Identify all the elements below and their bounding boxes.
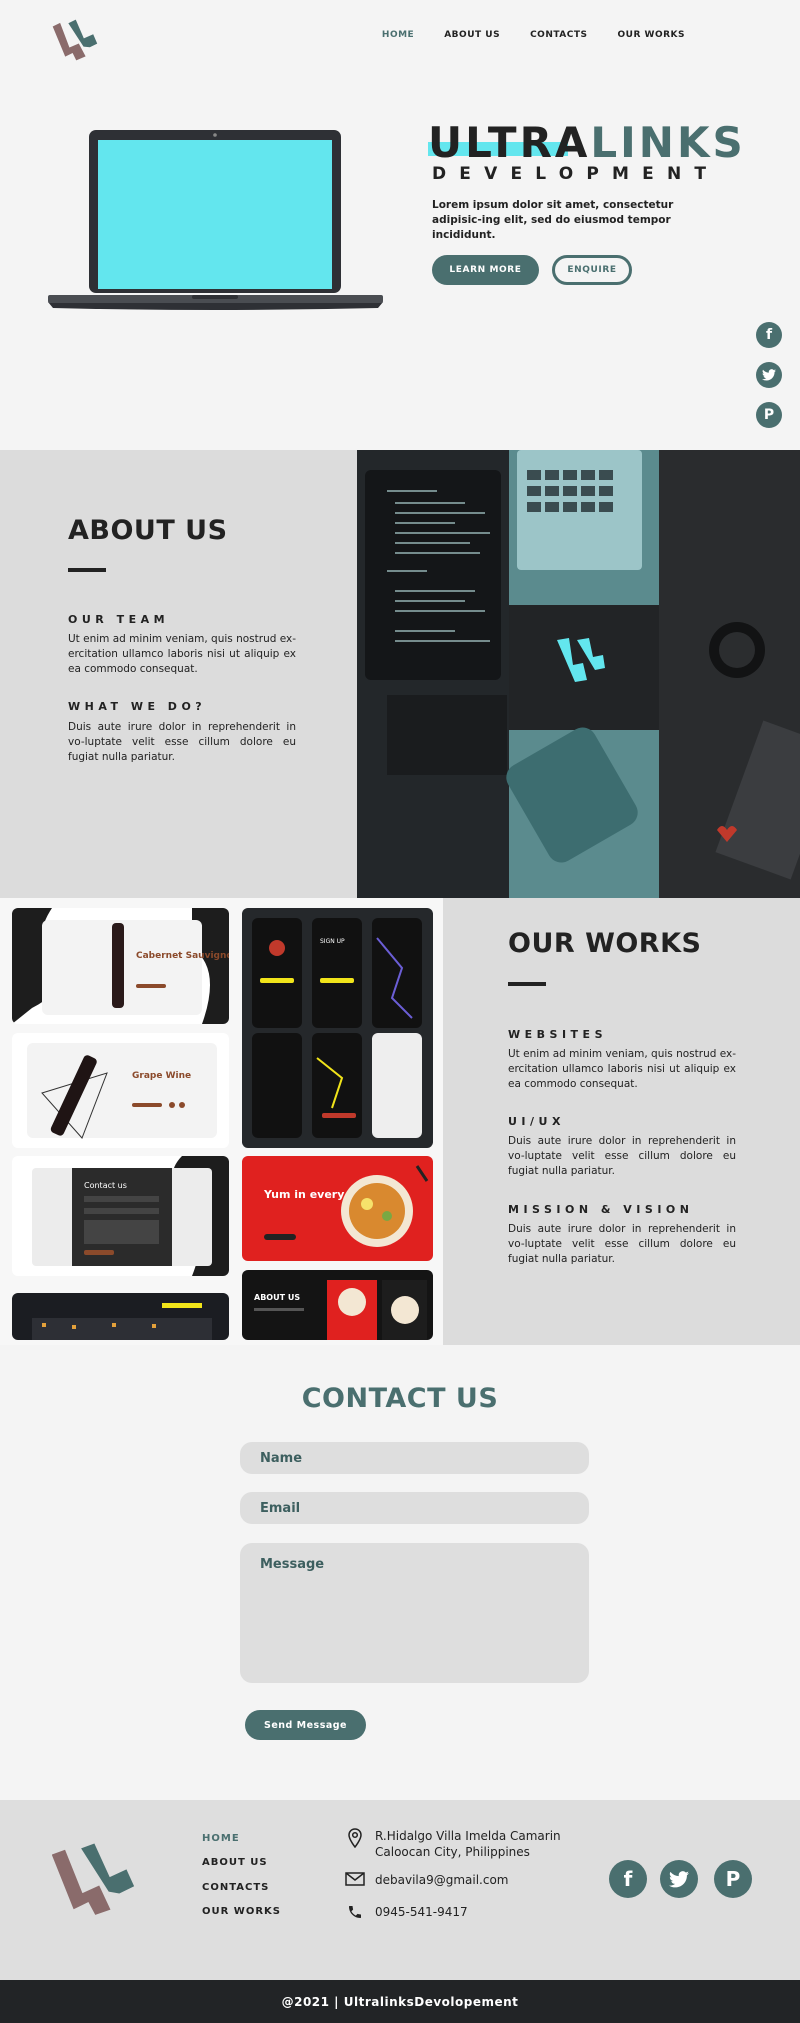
nav-about-us[interactable]: ABOUT US bbox=[444, 30, 500, 40]
hero-section: HOME ABOUT US CONTACTS OUR WORKS ULTRALI… bbox=[0, 0, 800, 450]
twitter-icon[interactable] bbox=[756, 362, 782, 388]
address-line-1: R.Hidalgo Villa Imelda Camarin bbox=[375, 1829, 561, 1843]
footer-nav-home[interactable]: HOME bbox=[202, 1833, 240, 1844]
brand-subtitle: DEVELOPMENT bbox=[432, 164, 720, 184]
mission-vision-text: Duis aute irure dolor in reprehenderit i… bbox=[508, 1223, 736, 1265]
address-line-2: Caloocan City, Philippines bbox=[375, 1845, 530, 1859]
about-photo-collage bbox=[357, 450, 800, 898]
work-thumb-city[interactable] bbox=[12, 1293, 229, 1340]
hero-description: Lorem ipsum dolor sit amet, consectetur … bbox=[432, 199, 674, 241]
wine2-title: Grape Wine bbox=[132, 1071, 191, 1081]
works-title: OUR WORKS bbox=[508, 928, 702, 959]
nav-our-works[interactable]: OUR WORKS bbox=[618, 30, 686, 40]
contact-title: CONTACT US bbox=[301, 1383, 499, 1414]
footer-logo[interactable] bbox=[52, 1840, 140, 1920]
main-nav: HOME ABOUT US CONTACTS OUR WORKS bbox=[382, 30, 685, 40]
facebook-icon[interactable]: f bbox=[756, 322, 782, 348]
learn-more-button[interactable]: LEARN MORE bbox=[432, 255, 539, 285]
mail-icon bbox=[345, 1872, 365, 1886]
websites-heading: WEBSITES bbox=[508, 1028, 607, 1041]
work-thumb-cabernet[interactable]: Cabernet Sauvignon bbox=[12, 908, 229, 1024]
wine1-title: Cabernet Sauvignon bbox=[136, 951, 229, 961]
about-thumb-title: ABOUT US bbox=[254, 1293, 300, 1302]
footer-facebook-icon[interactable]: f bbox=[609, 1860, 647, 1898]
brand-logo[interactable] bbox=[52, 18, 100, 62]
name-field[interactable]: Name bbox=[240, 1442, 589, 1474]
email-text[interactable]: debavila9@gmail.com bbox=[375, 1872, 509, 1888]
footer-twitter-icon[interactable] bbox=[660, 1860, 698, 1898]
laptop-illustration bbox=[48, 130, 383, 310]
copyright-bar: @2021 | UltralinksDevolopement bbox=[0, 1980, 800, 2023]
our-team-heading: OUR TEAM bbox=[68, 613, 170, 626]
brand-title: ULTRALINKS bbox=[428, 118, 746, 167]
about-section: ABOUT US OUR TEAM Ut enim ad minim venia… bbox=[0, 450, 800, 898]
phone-text[interactable]: 0945-541-9417 bbox=[375, 1904, 468, 1920]
works-section: Cabernet Sauvignon SIGN UP Grape Wine Co… bbox=[0, 898, 800, 1345]
message-field[interactable]: Message bbox=[240, 1543, 589, 1683]
phone-icon bbox=[345, 1904, 365, 1920]
signup-label: SIGN UP bbox=[320, 938, 345, 945]
work-thumb-contact-page[interactable]: Contact us bbox=[12, 1156, 229, 1276]
what-we-do-heading: WHAT WE DO? bbox=[68, 700, 207, 713]
footer-nav-contacts[interactable]: CONTACTS bbox=[202, 1882, 269, 1893]
nav-contacts[interactable]: CONTACTS bbox=[530, 30, 587, 40]
works-gallery: Cabernet Sauvignon SIGN UP Grape Wine Co… bbox=[0, 898, 443, 1345]
uiux-heading: UI/UX bbox=[508, 1115, 565, 1128]
send-message-button[interactable]: Send Message bbox=[245, 1710, 366, 1740]
works-divider bbox=[508, 982, 546, 986]
about-title: ABOUT US bbox=[68, 515, 228, 546]
enquire-button[interactable]: ENQUIRE bbox=[552, 255, 632, 285]
about-divider bbox=[68, 568, 106, 572]
mission-vision-heading: MISSION & VISION bbox=[508, 1203, 694, 1216]
what-we-do-text: Duis aute irure dolor in reprehenderit i… bbox=[68, 721, 296, 763]
footer-email: debavila9@gmail.com bbox=[345, 1872, 509, 1888]
location-pin-icon bbox=[345, 1828, 365, 1848]
email-field[interactable]: Email bbox=[240, 1492, 589, 1524]
footer-address: R.Hidalgo Villa Imelda Camarin Caloocan C… bbox=[345, 1828, 561, 1860]
footer-nav-about-us[interactable]: ABOUT US bbox=[202, 1857, 268, 1868]
contact-section: CONTACT US Name Email Message Send Messa… bbox=[0, 1345, 800, 1800]
work-thumb-food[interactable]: Yum in every sip bbox=[242, 1156, 433, 1261]
pinterest-icon[interactable]: P bbox=[756, 402, 782, 428]
our-team-text: Ut enim ad minim veniam, quis nostrud ex… bbox=[68, 633, 297, 675]
work-thumb-grape-wine[interactable]: Grape Wine bbox=[12, 1033, 229, 1148]
footer-pinterest-icon[interactable]: P bbox=[714, 1860, 752, 1898]
nav-home[interactable]: HOME bbox=[382, 30, 414, 40]
uiux-text: Duis aute irure dolor in reprehenderit i… bbox=[508, 1135, 736, 1177]
footer-nav-our-works[interactable]: OUR WORKS bbox=[202, 1906, 281, 1917]
work-thumb-mobile-app[interactable]: SIGN UP bbox=[242, 908, 433, 1148]
footer-phone: 0945-541-9417 bbox=[345, 1904, 468, 1920]
work-thumb-about[interactable]: ABOUT US bbox=[242, 1270, 433, 1340]
websites-text: Ut enim ad minim veniam, quis nostrud ex… bbox=[508, 1048, 737, 1090]
contact-thumb-title: Contact us bbox=[84, 1181, 127, 1190]
